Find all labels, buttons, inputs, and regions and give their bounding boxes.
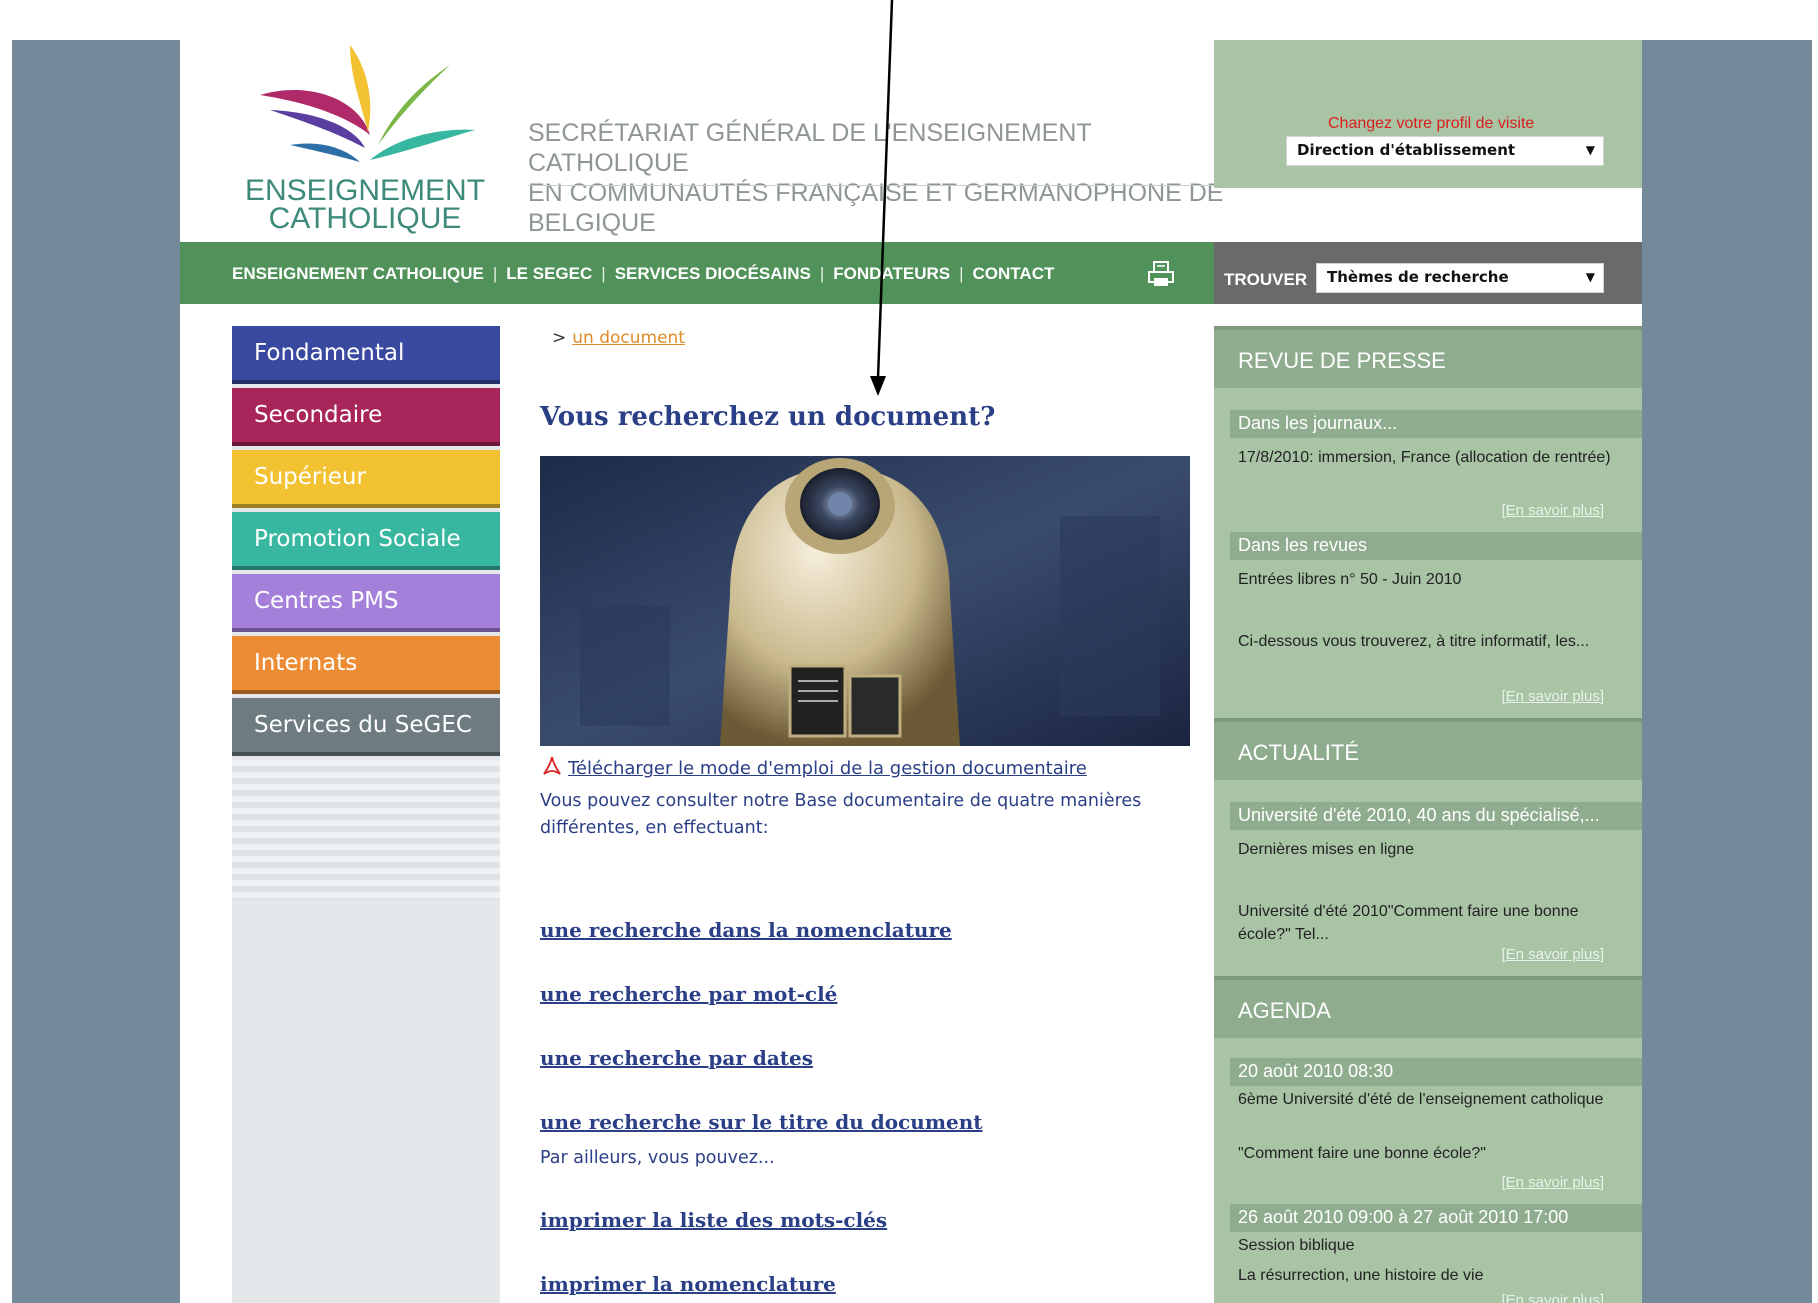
find-label: TROUVER: [1224, 270, 1308, 289]
press-more-link-1[interactable]: [En savoir plus]: [1501, 502, 1604, 519]
pdf-icon: [543, 756, 561, 775]
sidebar-item-secondaire[interactable]: Secondaire: [232, 388, 500, 446]
agenda-more-link-1[interactable]: [En savoir plus]: [1501, 1174, 1604, 1191]
nav-item-services-diocesains[interactable]: SERVICES DIOCÉSAINS: [615, 264, 811, 284]
also-text: Par ailleurs, vous pouvez...: [540, 1148, 775, 1168]
agenda-2-text-1: Session biblique: [1238, 1237, 1355, 1254]
profile-label: Changez votre profil de visite: [1328, 115, 1535, 132]
right-column: REVUE DE PRESSE Dans les journaux... 17/…: [1214, 326, 1642, 1303]
page-background-right: [1642, 40, 1812, 1303]
agenda-1-text-2: "Comment faire une bonne école?": [1238, 1145, 1486, 1162]
nav-item-le-segec[interactable]: LE SEGEC: [506, 264, 592, 284]
nav-separator: |: [601, 264, 606, 283]
dropdown-arrow-icon: ▼: [1585, 270, 1595, 284]
press-title: REVUE DE PRESSE: [1238, 348, 1446, 373]
breadcrumb: > un document: [552, 328, 685, 348]
dropdown-arrow-icon: ▼: [1585, 143, 1595, 157]
link-search-title[interactable]: une recherche sur le titre du document: [540, 1110, 983, 1134]
news-title: ACTUALITÉ: [1238, 740, 1360, 765]
breadcrumb-separator: >: [552, 328, 567, 348]
profile-select[interactable]: Direction d'établissement ▼: [1286, 136, 1604, 166]
agenda-1-text-1: 6ème Université d'été de l'enseignement …: [1238, 1091, 1604, 1108]
profile-select-value: Direction d'établissement: [1297, 141, 1516, 159]
pdf-download-link[interactable]: Télécharger le mode d'emploi de la gesti…: [568, 758, 1087, 779]
revues-text-2: Ci-dessous vous trouverez, à titre infor…: [1238, 633, 1590, 650]
logo-wordmark[interactable]: ENSEIGNEMENT CATHOLIQUE: [235, 174, 495, 235]
agenda-1-date[interactable]: 20 août 2010 08:30: [1230, 1058, 1642, 1086]
news-text-2: Université d'été 2010"Comment faire une …: [1238, 903, 1579, 943]
sidebar-item-superieur[interactable]: Supérieur: [232, 450, 500, 508]
logo-line-1: ENSEIGNEMENT: [244, 174, 486, 207]
pdf-download: Télécharger le mode d'emploi de la gesti…: [540, 754, 1087, 779]
sidebar-item-internats[interactable]: Internats: [232, 636, 500, 694]
sidebar-decoration: [232, 760, 500, 900]
agenda-2-text-2: La résurrection, une histoire de vie: [1238, 1267, 1484, 1284]
news-subheader[interactable]: Université d'été 2010, 40 ans du spécial…: [1230, 802, 1642, 830]
theme-select[interactable]: Thèmes de recherche ▼: [1316, 263, 1604, 293]
press-more-link-2[interactable]: [En savoir plus]: [1501, 688, 1604, 705]
link-search-dates[interactable]: une recherche par dates: [540, 1046, 813, 1070]
journals-subheader[interactable]: Dans les journaux...: [1230, 410, 1642, 438]
sidebar-item-fondamental[interactable]: Fondamental: [232, 326, 500, 384]
profile-panel: Changez votre profil de visite Direction…: [1214, 40, 1642, 188]
nav-item-fondateurs[interactable]: FONDATEURS: [833, 264, 950, 284]
organization-name: SECRÉTARIAT GÉNÉRAL DE L'ENSEIGNEMENT CA…: [528, 118, 1228, 238]
printer-icon[interactable]: [1146, 260, 1176, 288]
page-background-left: [12, 40, 180, 1303]
theme-select-value: Thèmes de recherche: [1327, 268, 1509, 286]
breadcrumb-link[interactable]: un document: [572, 328, 685, 348]
news-header: ACTUALITÉ: [1214, 718, 1642, 780]
link-print-nomenclature[interactable]: imprimer la nomenclature: [540, 1272, 836, 1296]
news-more-link[interactable]: [En savoir plus]: [1501, 946, 1604, 963]
nav-separator: |: [819, 264, 825, 283]
agenda-more-link-2[interactable]: [En savoir plus]: [1501, 1292, 1604, 1303]
news-text-1: Dernières mises en ligne: [1238, 841, 1415, 858]
page-frame: ENSEIGNEMENT CATHOLIQUE SECRÉTARIAT GÉNÉ…: [180, 40, 1642, 1303]
agenda-title: AGENDA: [1238, 998, 1331, 1023]
intro-text: Vous pouvez consulter notre Base documen…: [540, 791, 1142, 838]
revues-subheader[interactable]: Dans les revues: [1230, 532, 1642, 560]
link-print-keywords[interactable]: imprimer la liste des mots-clés: [540, 1208, 887, 1232]
logo-line-2: CATHOLIQUE: [268, 202, 462, 235]
agenda-header: AGENDA: [1214, 976, 1642, 1038]
hero-telescope-image: [540, 456, 1190, 746]
journals-text: 17/8/2010: immersion, France (allocation…: [1238, 449, 1611, 466]
sidebar: Fondamental Secondaire Supérieur Promoti…: [232, 326, 500, 1303]
sidebar-item-centres-pms[interactable]: Centres PMS: [232, 574, 500, 632]
logo-brushstrokes-icon[interactable]: [250, 40, 490, 170]
page-title: Vous recherchez un document?: [540, 402, 996, 432]
nav-separator: |: [959, 264, 964, 283]
sidebar-item-promotion-sociale[interactable]: Promotion Sociale: [232, 512, 500, 570]
revues-text-1: Entrées libres n° 50 - Juin 2010: [1238, 571, 1462, 588]
sidebar-item-services-du-segec[interactable]: Services du SeGEC: [232, 698, 500, 756]
organization-line-1: SECRÉTARIAT GÉNÉRAL DE L'ENSEIGNEMENT CA…: [528, 119, 1092, 177]
link-search-nomenclature[interactable]: une recherche dans la nomenclature: [540, 918, 952, 942]
nav-item-contact[interactable]: CONTACT: [973, 264, 1055, 284]
organization-line-2: EN COMMUNAUTÉS FRANÇAISE ET GERMANOPHONE…: [528, 179, 1224, 237]
agenda-2-date[interactable]: 26 août 2010 09:00 à 27 août 2010 17:00: [1230, 1204, 1642, 1232]
main-navigation: ENSEIGNEMENT CATHOLIQUE | LE SEGEC | SER…: [180, 242, 1214, 304]
nav-links: ENSEIGNEMENT CATHOLIQUE | LE SEGEC | SER…: [232, 264, 1054, 284]
search-bar: TROUVER Thèmes de recherche ▼: [1214, 242, 1642, 304]
press-header: REVUE DE PRESSE: [1214, 326, 1642, 388]
nav-item-enseignement-catholique[interactable]: ENSEIGNEMENT CATHOLIQUE: [232, 264, 484, 284]
nav-separator: |: [492, 264, 498, 283]
link-search-keyword[interactable]: une recherche par mot-clé: [540, 982, 837, 1006]
